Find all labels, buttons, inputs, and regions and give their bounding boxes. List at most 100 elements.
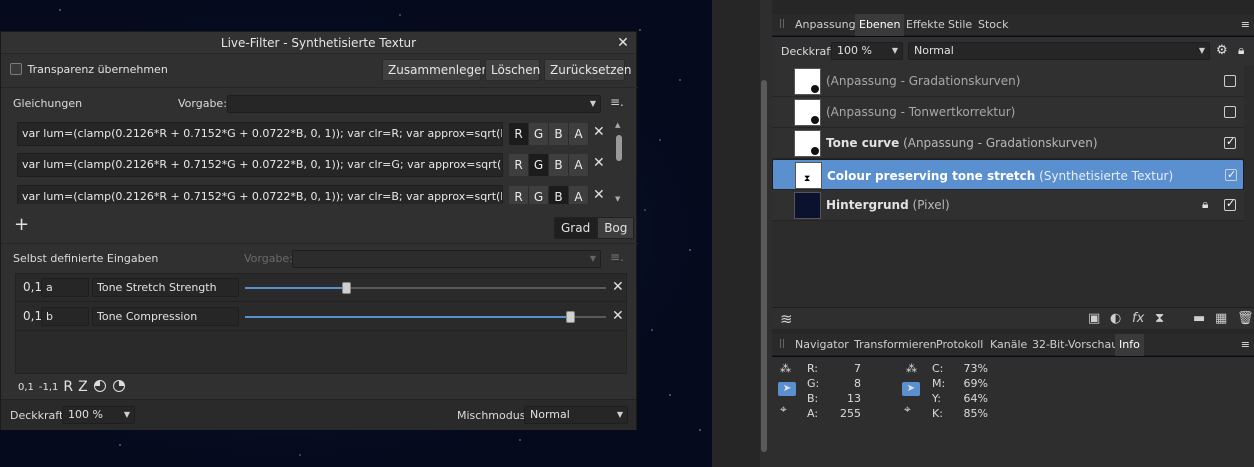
remove-equation-icon[interactable]: ✕: [593, 155, 605, 171]
color-sample-icon[interactable]: ⁂: [906, 362, 917, 375]
input-slider[interactable]: [245, 282, 606, 294]
adjustment-icon[interactable]: ◐: [1110, 311, 1121, 326]
dialog-titlebar[interactable]: Live-Filter - Synthetisierte Textur ✕: [1, 32, 636, 54]
remove-input-icon[interactable]: ✕: [612, 308, 624, 324]
bog-button[interactable]: Bog: [597, 217, 635, 239]
panel-scrollbar[interactable]: [761, 80, 767, 452]
layer-row[interactable]: (Anpassung - Tonwertkorrektur): [772, 97, 1244, 128]
input-name-field[interactable]: Tone Compression: [92, 307, 239, 326]
cursor-icon[interactable]: ➤: [902, 382, 920, 396]
channel-g-button[interactable]: G: [529, 186, 549, 204]
tab-stile[interactable]: Stile: [948, 18, 972, 31]
custom-preset-select[interactable]: ▼: [292, 250, 601, 268]
lock-icon[interactable]: 🔒︎: [1238, 43, 1244, 58]
menu-icon[interactable]: ≡: [1241, 18, 1250, 31]
slider-thumb[interactable]: [342, 282, 352, 294]
menu-icon[interactable]: ≡.: [610, 95, 624, 109]
tab-ebenen[interactable]: Ebenen: [855, 14, 905, 36]
add-11-input-button[interactable]: -1,1: [39, 382, 59, 393]
transparency-checkbox-group[interactable]: Transparenz übernehmen: [10, 62, 168, 76]
transparency-checkbox[interactable]: [10, 63, 22, 75]
crosshair-icon[interactable]: ⌖: [780, 402, 787, 417]
add-angle-input-icon[interactable]: [112, 379, 126, 396]
remove-equation-icon[interactable]: ✕: [593, 124, 605, 140]
menu-icon[interactable]: ≡.: [610, 250, 624, 264]
channel-b-button[interactable]: B: [549, 154, 569, 176]
channel-r-button[interactable]: R: [509, 154, 529, 176]
tab-effekte[interactable]: Effekte: [906, 18, 945, 31]
remove-input-icon[interactable]: ✕: [612, 279, 624, 295]
equation-preset-select[interactable]: ▼: [227, 95, 601, 113]
equations-scrollbar[interactable]: ▲ ▼: [614, 121, 624, 204]
opacity-select[interactable]: 100 % ▼: [62, 406, 135, 424]
live-filter-icon[interactable]: ⧗: [1155, 311, 1164, 326]
slider-thumb[interactable]: [565, 311, 575, 323]
equation-input[interactable]: var lum=(clamp(0.2126*R + 0.7152*G + 0.0…: [17, 153, 503, 177]
visibility-checkbox[interactable]: [1225, 167, 1237, 183]
add-point-input-icon[interactable]: [93, 379, 107, 396]
add-r-input-button[interactable]: R: [63, 379, 73, 395]
visibility-checkbox[interactable]: [1224, 197, 1236, 211]
color-sample-icon[interactable]: ⁂: [780, 362, 791, 375]
scroll-up-icon[interactable]: ▲: [615, 121, 620, 129]
scroll-down-icon[interactable]: ▼: [615, 195, 620, 203]
crosshair-icon[interactable]: ⌖: [904, 402, 911, 417]
layer-row[interactable]: Tone curve (Anpassung - Gradationskurven…: [772, 128, 1244, 159]
layer-opacity-select[interactable]: 100 % ▼: [831, 42, 903, 60]
trash-icon[interactable]: 🗑︎: [1237, 311, 1254, 326]
tab-protokoll[interactable]: Protokoll: [936, 338, 983, 351]
visibility-checkbox[interactable]: [1224, 75, 1236, 87]
add-equation-icon[interactable]: +: [14, 216, 29, 234]
grip-icon[interactable]: ||: [779, 19, 785, 29]
cursor-icon[interactable]: ➤: [778, 382, 796, 396]
channel-b-button[interactable]: B: [549, 186, 569, 204]
tab-anpassung[interactable]: Anpassung: [795, 18, 856, 31]
equation-input[interactable]: var lum=(clamp(0.2126*R + 0.7152*G + 0.0…: [17, 122, 503, 146]
reset-button[interactable]: Zurücksetzen: [544, 59, 632, 81]
lock-icon[interactable]: 🔒︎: [1202, 197, 1208, 212]
tab-32bit-preview[interactable]: 32-Bit-Vorschau: [1032, 338, 1118, 351]
layer-row[interactable]: Hintergrund (Pixel) 🔒︎: [772, 190, 1244, 221]
menu-icon[interactable]: ≡: [1241, 338, 1250, 351]
input-name-field[interactable]: Tone Stretch Strength: [92, 278, 239, 297]
close-icon[interactable]: ✕: [614, 32, 632, 54]
mask-icon[interactable]: ▣: [1088, 311, 1100, 326]
blend-mode-select[interactable]: Normal ▼: [524, 406, 628, 424]
channel-g-button[interactable]: G: [529, 123, 549, 145]
channel-r-button[interactable]: R: [509, 186, 529, 204]
channel-b-button[interactable]: B: [549, 123, 569, 145]
equation-input[interactable]: var lum=(clamp(0.2126*R + 0.7152*G + 0.0…: [17, 185, 503, 204]
tab-kanaele[interactable]: Kanäle: [990, 338, 1027, 351]
layer-blend-select[interactable]: Normal ▼: [908, 42, 1210, 60]
channel-a-button[interactable]: A: [569, 154, 589, 176]
visibility-checkbox[interactable]: [1224, 135, 1236, 149]
folder-icon[interactable]: ▬: [1193, 311, 1205, 326]
fx-icon[interactable]: fx: [1132, 311, 1144, 326]
visibility-checkbox[interactable]: [1224, 106, 1236, 118]
add-01-input-button[interactable]: 0,1: [18, 382, 34, 393]
pixel-layer-icon[interactable]: ▦: [1215, 311, 1227, 326]
layer-row-selected[interactable]: ⧗ Colour preserving tone stretch (Synthe…: [772, 159, 1244, 190]
input-var-field[interactable]: b: [41, 307, 89, 326]
add-z-input-button[interactable]: Z: [78, 379, 88, 395]
layers-stack-icon[interactable]: ≋: [780, 310, 793, 328]
gear-icon[interactable]: ⚙: [1216, 43, 1228, 58]
layer-row[interactable]: (Anpassung - Gradationskurven): [772, 66, 1244, 97]
tab-navigator[interactable]: Navigator: [795, 338, 849, 351]
channel-a-button[interactable]: A: [569, 186, 589, 204]
input-slider[interactable]: [245, 311, 606, 323]
tab-stock[interactable]: Stock: [978, 18, 1008, 31]
input-var-field[interactable]: a: [41, 278, 89, 297]
channel-a-button[interactable]: A: [569, 123, 589, 145]
scroll-thumb[interactable]: [616, 135, 622, 161]
tab-info[interactable]: Info: [1115, 334, 1144, 356]
remove-equation-icon[interactable]: ✕: [593, 187, 605, 203]
grip-icon[interactable]: ||: [779, 339, 785, 349]
tab-transformieren[interactable]: Transformieren: [854, 338, 937, 351]
channel-r-button[interactable]: R: [509, 123, 529, 145]
grad-button[interactable]: Grad: [554, 217, 598, 239]
merge-button[interactable]: Zusammenlegen: [382, 59, 489, 81]
slider-fill: [245, 316, 570, 318]
channel-g-button[interactable]: G: [529, 154, 549, 176]
delete-button[interactable]: Löschen: [485, 59, 540, 81]
